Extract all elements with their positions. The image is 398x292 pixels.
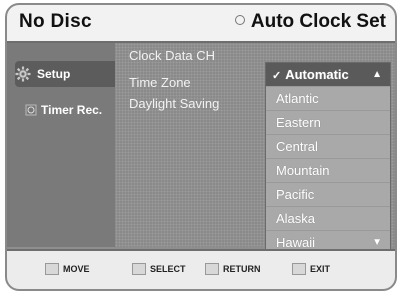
osd-frame: No Disc Auto Clock Set Setup Timer Rec. …: [5, 3, 397, 291]
footer-move: MOVE: [45, 263, 90, 275]
sidebar-item-label: Timer Rec.: [41, 103, 103, 117]
check-icon: ✓: [272, 70, 282, 82]
dropdown-option-alaska[interactable]: Alaska: [266, 207, 390, 231]
gear-icon: [15, 66, 31, 82]
setting-clock-data-ch[interactable]: Clock Data CH: [129, 45, 219, 66]
dropdown-option-atlantic[interactable]: Atlantic: [266, 87, 390, 111]
footer-bar: MOVE SELECT RETURN EXIT: [7, 249, 395, 289]
dropdown-option-mountain[interactable]: Mountain: [266, 159, 390, 183]
footer-return-label: RETURN: [223, 264, 261, 274]
scroll-up-arrow-icon[interactable]: ▲: [372, 63, 382, 86]
setting-daylight-saving[interactable]: Daylight Saving: [129, 93, 219, 114]
dropdown-option-automatic[interactable]: ✓ Automatic ▲: [266, 63, 390, 87]
footer-return: RETURN: [205, 263, 261, 275]
page-title: Auto Clock Set: [234, 11, 386, 33]
dropdown-option-pacific[interactable]: Pacific: [266, 183, 390, 207]
footer-exit-label: EXIT: [310, 264, 331, 274]
dropdown-option-central[interactable]: Central: [266, 135, 390, 159]
dropdown-option-label: Hawaii: [276, 235, 316, 250]
time-zone-dropdown: ✓ Automatic ▲ Atlantic Eastern Central Mou…: [265, 62, 391, 255]
sidebar-item-setup[interactable]: Setup: [15, 61, 115, 87]
disc-status-title: No Disc: [19, 11, 92, 32]
select-key-icon: [132, 263, 146, 275]
setting-time-zone[interactable]: Time Zone: [129, 72, 219, 93]
sidebar-item-timer-rec[interactable]: Timer Rec.: [25, 97, 115, 123]
sidebar: Setup Timer Rec.: [7, 43, 115, 247]
footer-select-label: SELECT: [150, 264, 186, 274]
footer-select: SELECT: [132, 263, 186, 275]
move-key-icon: [45, 263, 59, 275]
dropdown-selected-label: Automatic: [285, 67, 349, 82]
footer-move-label: MOVE: [63, 264, 90, 274]
footer-exit: EXIT: [292, 263, 330, 275]
page-title-text: Auto Clock Set: [250, 11, 386, 32]
main-panel: Setup Timer Rec. Clock Data CH Time Zone…: [7, 43, 395, 255]
sidebar-item-label: Setup: [37, 67, 71, 81]
header-bar: No Disc Auto Clock Set: [7, 5, 395, 43]
return-key-icon: [205, 263, 219, 275]
settings-list: Clock Data CH Time Zone Daylight Saving: [129, 45, 219, 114]
timer-icon: [25, 104, 37, 116]
disc-icon: [234, 15, 245, 25]
dropdown-option-eastern[interactable]: Eastern: [266, 111, 390, 135]
exit-key-icon: [292, 263, 306, 275]
